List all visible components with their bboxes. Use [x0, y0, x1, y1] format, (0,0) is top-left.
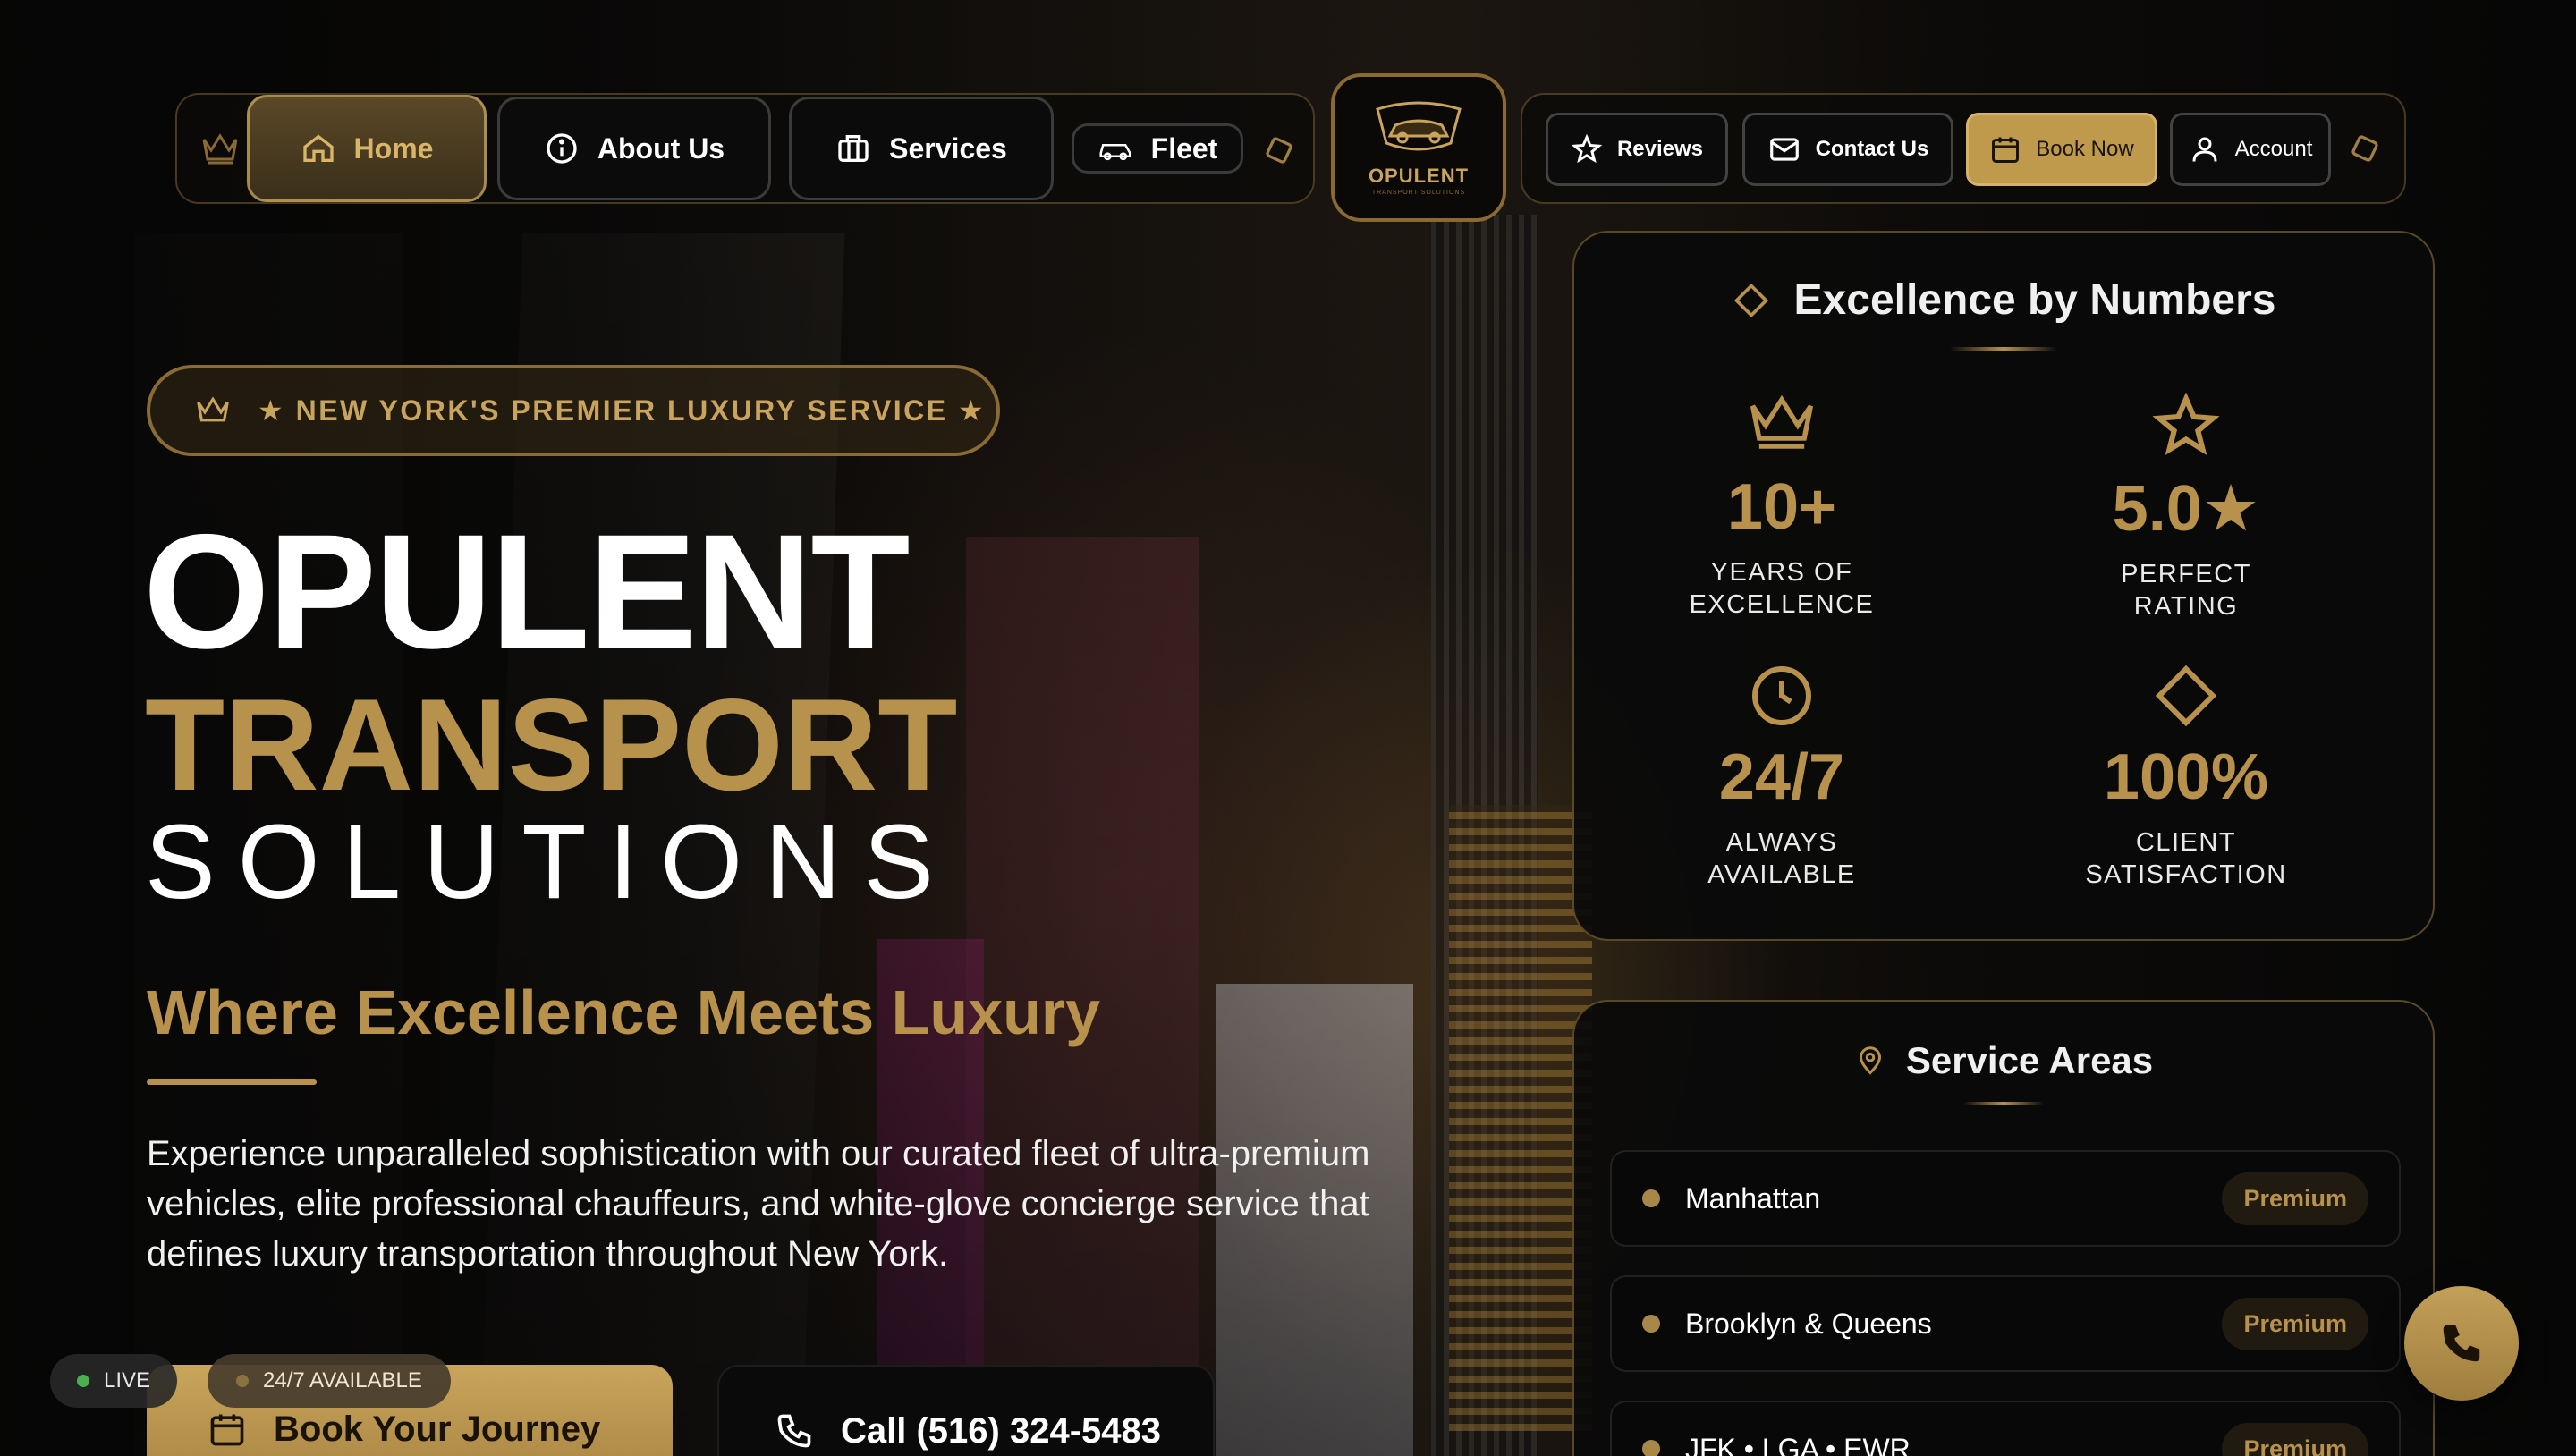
- hero-title-line-3: SOLUTIONS: [145, 803, 956, 921]
- nav-fleet-label: Fleet: [1150, 131, 1218, 165]
- info-icon: [547, 133, 577, 164]
- hero-title-line-1: OPULENT: [143, 500, 911, 682]
- page: Home About Us Services Fleet OPULENT TRA…: [0, 0, 2576, 1456]
- stat-rating-label-1: PERFECT: [2121, 560, 2251, 588]
- nav-home[interactable]: Home: [247, 95, 487, 202]
- logo-subtitle: TRANSPORT SOLUTIONS: [1371, 189, 1466, 196]
- stat-satisfaction-label-2: SATISFACTION: [2085, 860, 2287, 889]
- call-button[interactable]: Call (516) 324-5483: [717, 1365, 1215, 1456]
- stat-availability: 24/7 ALWAYS AVAILABLE: [1594, 660, 1970, 891]
- area-badge: Premium: [2222, 1422, 2368, 1456]
- nav-book-label: Book Now: [2036, 137, 2134, 161]
- live-dot: [77, 1375, 89, 1387]
- clock-icon: [1752, 666, 1811, 725]
- nav-fleet[interactable]: Fleet: [1072, 123, 1243, 174]
- live-label: LIVE: [104, 1368, 151, 1393]
- areas-divider: [1963, 1102, 2044, 1105]
- stat-years-label-2: EXCELLENCE: [1689, 590, 1875, 619]
- availability-label: 24/7 AVAILABLE: [263, 1368, 422, 1393]
- stat-satisfaction-value: 100%: [2103, 741, 2269, 813]
- stat-years-value: 10+: [1726, 471, 1837, 543]
- briefcase-icon: [838, 135, 869, 162]
- stats-title-text: Excellence by Numbers: [1793, 276, 2276, 324]
- hero-badge: ★ NEW YORK'S PREMIER LUXURY SERVICE ★: [147, 365, 1000, 456]
- stat-availability-value: 24/7: [1718, 741, 1845, 813]
- area-item-brooklyn-queens[interactable]: Brooklyn & Queens Premium: [1610, 1275, 2401, 1372]
- area-item-manhattan[interactable]: Manhattan Premium: [1610, 1150, 2401, 1247]
- nav-home-label: Home: [353, 131, 434, 165]
- area-name: Manhattan: [1685, 1181, 1821, 1215]
- stat-availability-label-1: ALWAYS: [1725, 828, 1838, 857]
- diamond-icon: [2155, 665, 2217, 727]
- logo-name: OPULENT: [1368, 164, 1470, 187]
- stat-years: 10+ YEARS OF EXCELLENCE: [1594, 390, 1970, 621]
- crown-icon: [197, 396, 229, 422]
- nav-services-label: Services: [889, 131, 1007, 165]
- stat-rating-value: 5.0★: [2112, 473, 2260, 545]
- nav-contact-us[interactable]: Contact Us: [1742, 113, 1953, 186]
- phone-icon: [777, 1414, 811, 1448]
- book-journey-label: Book Your Journey: [274, 1409, 601, 1449]
- map-pin-icon: [1859, 1046, 1881, 1075]
- nav-book-now[interactable]: Book Now: [1966, 113, 2157, 186]
- car-emblem-icon: [1376, 101, 1462, 150]
- area-badge: Premium: [2222, 1172, 2368, 1225]
- nav-right-group: Reviews Contact Us Book Now Account: [1521, 93, 2406, 204]
- nav-account-label: Account: [2234, 137, 2313, 161]
- areas-title-text: Service Areas: [1905, 1039, 2154, 1081]
- stats-title: Excellence by Numbers: [1574, 275, 2433, 325]
- tagline-divider: [147, 1079, 317, 1085]
- diamond-icon: [2349, 132, 2381, 169]
- hero-tagline: Where Excellence Meets Luxury: [147, 978, 1100, 1047]
- area-name: JFK • LGA • EWR: [1685, 1432, 1911, 1456]
- crown-icon: [1750, 394, 1814, 449]
- stat-years-label-1: YEARS OF: [1710, 558, 1853, 587]
- stat-rating: 5.0★ PERFECT RATING: [1998, 390, 2374, 622]
- nav-about-us[interactable]: About Us: [497, 97, 771, 200]
- mail-icon: [1769, 138, 1799, 161]
- area-bullet: [1642, 1189, 1660, 1207]
- area-badge: Premium: [2222, 1297, 2368, 1350]
- star-icon: [2152, 392, 2220, 456]
- stat-satisfaction-label-1: CLIENT: [2135, 828, 2237, 857]
- nav-reviews[interactable]: Reviews: [1546, 113, 1728, 186]
- nav-services[interactable]: Services: [789, 97, 1054, 200]
- availability-dot: [236, 1375, 249, 1387]
- star-icon: [1571, 133, 1603, 164]
- calendar-icon: [210, 1414, 244, 1446]
- phone-icon: [2443, 1325, 2480, 1362]
- nav-about-label: About Us: [597, 131, 725, 165]
- nav-left-group: Home About Us Services Fleet: [175, 93, 1315, 204]
- logo[interactable]: OPULENT TRANSPORT SOLUTIONS: [1331, 73, 1506, 222]
- user-icon: [2192, 137, 2217, 162]
- stat-availability-label-2: AVAILABLE: [1707, 860, 1856, 889]
- nav-reviews-label: Reviews: [1616, 137, 1704, 161]
- hero-description: Experience unparalleled sophistication w…: [147, 1134, 1370, 1274]
- stats-card: Excellence by Numbers 10+ YEARS OF EXCEL…: [1572, 231, 2435, 941]
- diamond-icon: [1263, 134, 1295, 171]
- call-button-label: Call (516) 324-5483: [841, 1411, 1162, 1451]
- hero-badge-text: ★ NEW YORK'S PREMIER LUXURY SERVICE ★: [258, 394, 987, 427]
- stat-rating-label-2: RATING: [2133, 592, 2239, 621]
- stat-satisfaction: 100% CLIENT SATISFACTION: [1998, 660, 2374, 891]
- nav-contact-label: Contact Us: [1815, 137, 1929, 161]
- home-icon: [302, 134, 334, 162]
- areas-title: Service Areas: [1574, 1039, 2433, 1082]
- floating-call-button[interactable]: [2404, 1286, 2519, 1401]
- area-bullet: [1642, 1315, 1660, 1333]
- stats-divider: [1950, 347, 2057, 351]
- availability-status: 24/7 AVAILABLE: [208, 1354, 451, 1408]
- calendar-icon: [1992, 137, 2020, 163]
- area-bullet: [1642, 1440, 1660, 1456]
- service-areas-card: Service Areas Manhattan Premium Brooklyn…: [1572, 1000, 2435, 1456]
- crown-icon: [200, 131, 240, 171]
- diamond-icon: [1733, 283, 1768, 317]
- hero-title-line-2: TRANSPORT: [145, 672, 958, 817]
- area-name: Brooklyn & Queens: [1685, 1307, 1932, 1340]
- nav-account[interactable]: Account: [2170, 113, 2331, 186]
- car-icon: [1099, 144, 1131, 161]
- live-status: LIVE: [50, 1354, 178, 1408]
- area-item-airports[interactable]: JFK • LGA • EWR Premium: [1610, 1401, 2401, 1456]
